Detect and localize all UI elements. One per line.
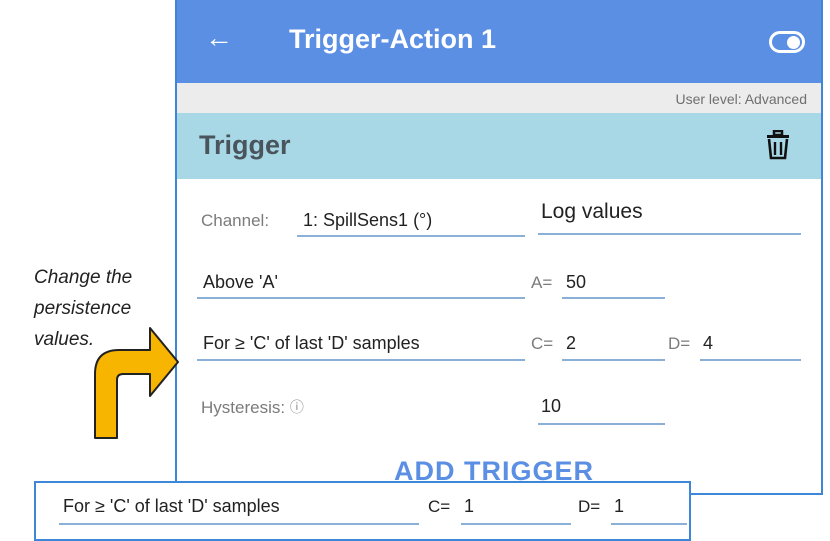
toggle-switch-icon[interactable] (769, 31, 805, 53)
trigger-section-header: Trigger (177, 113, 821, 179)
user-level-text: User level: Advanced (675, 91, 807, 107)
zoom-c-underline (461, 523, 571, 525)
c-value-input[interactable]: 2 (566, 333, 576, 354)
a-value-input[interactable]: 50 (566, 272, 586, 293)
page-title: Trigger-Action 1 (289, 24, 497, 54)
a-value-underline (562, 297, 665, 299)
app-screen: ← Trigger-Action 1 User level: Advanced … (175, 0, 823, 495)
annotation-line-2: persistence (34, 298, 132, 319)
info-icon[interactable]: ⓘ (290, 399, 304, 415)
persistence-underline (197, 359, 525, 361)
channel-select[interactable]: 1: SpillSens1 (°) (303, 210, 432, 231)
log-values-select[interactable]: Log values (541, 200, 643, 224)
channel-label: Channel: (201, 211, 270, 230)
persistence-zoom-callout: For ≥ 'C' of last 'D' samples C= 1 D= 1 (34, 481, 691, 541)
condition-underline (197, 297, 525, 299)
zoom-persistence-underline (59, 523, 419, 525)
d-value-input[interactable]: 4 (703, 333, 713, 354)
arrow-left-icon[interactable]: ← (205, 18, 245, 58)
zoom-c-label: C= (428, 497, 451, 516)
zoom-d-value-input[interactable]: 1 (614, 496, 624, 517)
log-values-underline (538, 233, 801, 235)
condition-select[interactable]: Above 'A' (203, 272, 278, 293)
app-bar: ← Trigger-Action 1 (177, 0, 821, 83)
persistence-select[interactable]: For ≥ 'C' of last 'D' samples (203, 333, 420, 354)
d-label: D= (668, 334, 691, 353)
trash-icon[interactable] (765, 130, 791, 160)
d-value-underline (700, 359, 801, 361)
c-value-underline (562, 359, 665, 361)
zoom-d-underline (611, 523, 687, 525)
zoom-d-label: D= (578, 497, 601, 516)
section-title: Trigger (199, 130, 291, 160)
annotation-line-1: Change the (34, 267, 133, 288)
hysteresis-underline (538, 423, 665, 425)
hysteresis-label-text: Hysteresis: (201, 398, 286, 417)
c-label: C= (531, 334, 554, 353)
a-label: A= (531, 273, 553, 292)
callout-arrow-icon (94, 327, 179, 439)
zoom-c-value-input[interactable]: 1 (464, 496, 474, 517)
zoom-persistence-select[interactable]: For ≥ 'C' of last 'D' samples (63, 496, 280, 517)
channel-underline (297, 235, 525, 237)
hysteresis-label: Hysteresis: ⓘ (201, 397, 304, 418)
hysteresis-input[interactable]: 10 (541, 396, 561, 417)
user-level-bar: User level: Advanced (177, 83, 821, 113)
